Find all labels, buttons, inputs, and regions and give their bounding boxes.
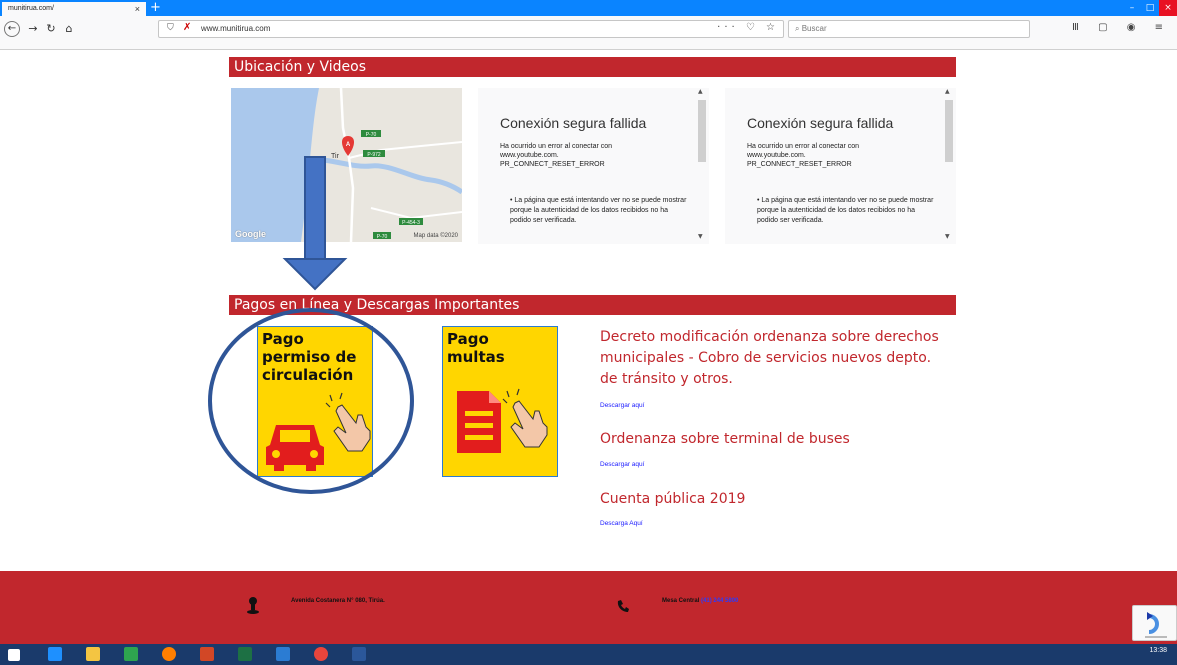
section-title-payments: Pagos en Línea y Descargas Importantes xyxy=(229,295,956,315)
error-bullet: • La página que está intentando ver no s… xyxy=(757,197,934,224)
error-message: Ha ocurrido un error al conectar con www… xyxy=(747,142,932,169)
footer-phone: Mesa Central (41) 244 5800 xyxy=(662,598,738,604)
frame-scrollbar[interactable]: ▲ ▼ xyxy=(945,88,953,244)
scroll-up-icon[interactable]: ▲ xyxy=(945,88,950,95)
scroll-thumb[interactable] xyxy=(698,100,706,162)
window-controls: – □ × xyxy=(1123,0,1177,16)
phone-label: Mesa Central xyxy=(662,598,700,604)
video-frame-2[interactable]: Conexión segura fallida Ha ocurrido un e… xyxy=(725,88,956,244)
frame-scrollbar[interactable]: ▲ ▼ xyxy=(698,88,706,244)
toolbar-icons[interactable]: Ⅲ ▢ ◉ ≡ xyxy=(1072,22,1171,33)
download-link[interactable]: Descargar aquí xyxy=(600,402,644,409)
taskbar-clock[interactable]: 13:38 xyxy=(1149,647,1167,654)
road-label-p972: P-972 xyxy=(367,152,381,158)
home-icon[interactable]: ⌂ xyxy=(60,21,78,37)
pointing-hand-icon xyxy=(502,388,548,448)
marker-label: A xyxy=(346,142,351,148)
download-link[interactable]: Descarga Aquí xyxy=(600,520,643,527)
firefox-icon[interactable] xyxy=(162,647,176,661)
error-message: Ha ocurrido un error al conectar con www… xyxy=(500,142,685,169)
url-text[interactable]: www.munitirua.com xyxy=(201,24,270,33)
new-tab-icon[interactable]: + xyxy=(150,0,161,16)
document-title-line[interactable]: Decreto modificación ordenanza sobre der… xyxy=(600,327,939,348)
search-input[interactable]: ⌕ Buscar xyxy=(788,20,1030,38)
embedded-map[interactable]: P-70 P-972 P-454-3 P-70 Tir A Google Map… xyxy=(231,88,462,242)
pointing-hand-icon xyxy=(325,392,371,452)
store-icon[interactable] xyxy=(124,647,138,661)
tab-close-icon[interactable]: × xyxy=(135,2,140,16)
road-label-p70: P-70 xyxy=(366,132,377,138)
word-icon[interactable] xyxy=(352,647,366,661)
road-label-p70-south: P-70 xyxy=(377,234,388,240)
location-pin-icon xyxy=(247,597,259,614)
edge-browser-icon[interactable] xyxy=(48,647,62,661)
search-placeholder: Buscar xyxy=(801,24,827,33)
error-message-line: Ha ocurrido un error al conectar con xyxy=(747,143,860,150)
tracking-shield-icon[interactable]: ⛉ xyxy=(167,23,174,33)
chrome-icon[interactable] xyxy=(314,647,328,661)
os-taskbar: 13:38 xyxy=(0,644,1177,665)
error-message-line: www.youtube.com. xyxy=(500,152,559,159)
scroll-thumb[interactable] xyxy=(945,100,953,162)
error-message-line: www.youtube.com. xyxy=(747,152,806,159)
search-icon: ⌕ xyxy=(795,24,802,33)
reload-icon[interactable]: ↻ xyxy=(42,21,60,37)
pay-fines-button[interactable]: Pago multas xyxy=(442,326,558,477)
card-graphic xyxy=(457,388,548,453)
excel-icon[interactable] xyxy=(238,647,252,661)
browser-toolbar: ← → ↻ ⌂ ⛉ ✗ www.munitirua.com ··· ♡ ☆ ⌕ … xyxy=(0,16,1177,50)
scroll-down-icon[interactable]: ▼ xyxy=(698,233,703,240)
phone-number-link[interactable]: (41) 244 5800 xyxy=(701,598,738,604)
download-link[interactable]: Descargar aquí xyxy=(600,461,644,468)
pay-circulation-permit-button[interactable]: Pago permiso de circulación xyxy=(257,326,373,477)
error-bullet: • La página que está intentando ver no s… xyxy=(510,197,687,224)
maximize-icon[interactable]: □ xyxy=(1141,0,1159,16)
video-frame-1[interactable]: Conexión segura fallida Ha ocurrido un e… xyxy=(478,88,709,244)
phone-icon xyxy=(617,600,629,612)
site-footer: Avenida Costanera N° 080, Tirúa. Mesa Ce… xyxy=(0,571,1177,644)
page-actions-icons[interactable]: ··· ♡ ☆ xyxy=(717,22,779,33)
minimize-icon[interactable]: – xyxy=(1123,0,1141,16)
map-graphic: P-70 P-972 P-454-3 P-70 Tir A xyxy=(231,88,462,242)
error-title: Conexión segura fallida xyxy=(500,115,647,131)
error-title: Conexión segura fallida xyxy=(747,115,894,131)
publisher-icon[interactable] xyxy=(276,647,290,661)
road-label-p454: P-454-3 xyxy=(402,220,420,226)
document-title[interactable]: Cuenta pública 2019 xyxy=(600,489,745,510)
back-arrow-icon[interactable]: ← xyxy=(4,21,20,37)
google-logo[interactable]: Google xyxy=(235,229,266,239)
error-message-line: Ha ocurrido un error al conectar con xyxy=(500,143,613,150)
forward-arrow-icon[interactable]: → xyxy=(24,21,42,37)
recaptcha-badge[interactable] xyxy=(1132,605,1177,641)
place-label: Tir xyxy=(331,153,340,160)
document-title-line[interactable]: de tránsito y otros. xyxy=(600,369,939,390)
tab-title: munitirua.com/ xyxy=(8,5,54,12)
map-attribution[interactable]: Map data ©2020 xyxy=(414,233,458,239)
error-message-line: PR_CONNECT_RESET_ERROR xyxy=(747,161,852,168)
card-graphic xyxy=(266,392,371,471)
scroll-down-icon[interactable]: ▼ xyxy=(945,233,950,240)
address-bar[interactable]: ⛉ ✗ www.munitirua.com ··· ♡ ☆ xyxy=(158,20,784,38)
file-explorer-icon[interactable] xyxy=(86,647,100,661)
window-close-icon[interactable]: × xyxy=(1159,0,1177,16)
section-title-location: Ubicación y Videos xyxy=(229,57,956,77)
scroll-up-icon[interactable]: ▲ xyxy=(698,88,703,95)
windows-start-icon[interactable] xyxy=(8,649,20,661)
powerpoint-icon[interactable] xyxy=(200,647,214,661)
footer-address: Avenida Costanera N° 080, Tirúa. xyxy=(291,598,385,604)
car-icon xyxy=(266,425,324,471)
document-icon xyxy=(457,391,501,453)
browser-tab[interactable]: munitirua.com/ × xyxy=(2,2,146,16)
document-title[interactable]: Decreto modificación ordenanza sobre der… xyxy=(600,327,939,390)
recaptcha-icon xyxy=(1145,612,1167,638)
document-title-line[interactable]: municipales - Cobro de servicios nuevos … xyxy=(600,348,939,369)
error-message-line: PR_CONNECT_RESET_ERROR xyxy=(500,161,605,168)
browser-tab-bar: munitirua.com/ × + – □ × xyxy=(0,0,1177,16)
document-title[interactable]: Ordenanza sobre terminal de buses xyxy=(600,429,850,450)
insecure-lock-icon[interactable]: ✗ xyxy=(183,22,191,33)
